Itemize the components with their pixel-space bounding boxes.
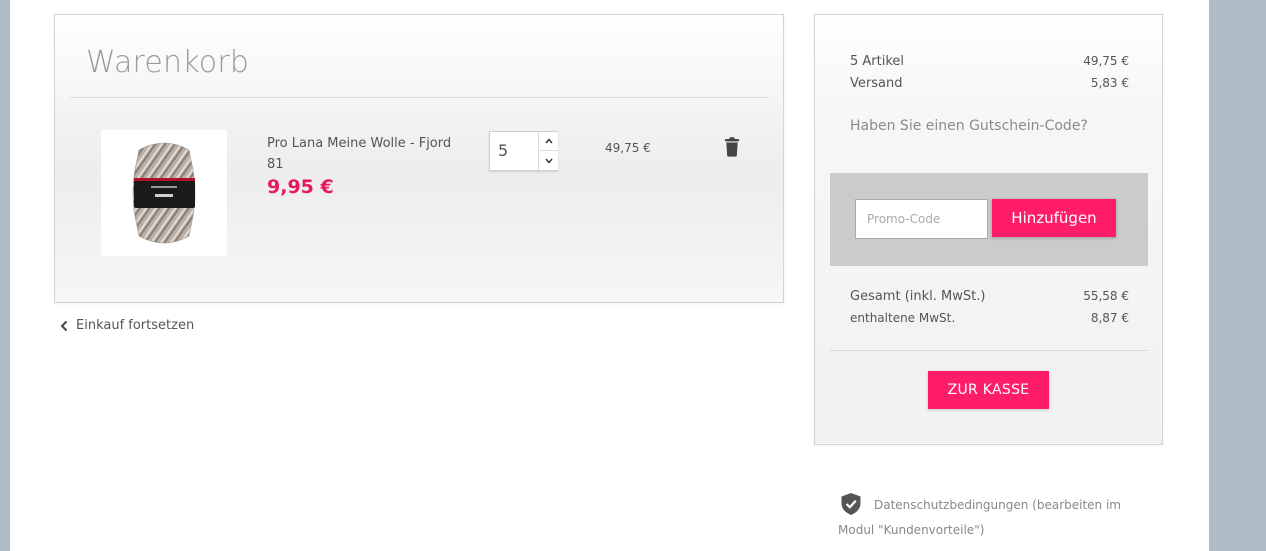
summary-items-value: 49,75 €	[1083, 54, 1129, 68]
summary-tax-value: 8,87 €	[1090, 311, 1129, 325]
remove-item-button[interactable]	[724, 137, 740, 157]
summary-shipping-value: 5,83 €	[1090, 76, 1129, 90]
continue-shopping-label: Einkauf fortsetzen	[76, 318, 195, 333]
product-name[interactable]: Pro Lana Meine Wolle - Fjord 81	[267, 133, 467, 175]
summary-total-row: Gesamt (inkl. MwSt.) 55,58 €	[850, 289, 1129, 304]
yarn-ball-image	[132, 142, 196, 244]
order-summary-panel: 5 Artikel 49,75 € Versand 5,83 € Haben S…	[814, 14, 1163, 445]
voucher-question[interactable]: Haben Sie einen Gutschein-Code?	[850, 118, 1088, 134]
chevron-up-icon	[544, 138, 553, 144]
quantity-stepper[interactable]: 5	[489, 131, 558, 171]
chevron-left-icon	[60, 320, 68, 331]
continue-shopping-link[interactable]: Einkauf fortsetzen	[60, 318, 194, 333]
trash-icon	[725, 137, 739, 157]
promo-code-input[interactable]	[855, 199, 988, 239]
checkout-button[interactable]: ZUR KASSE	[928, 371, 1049, 409]
summary-total-label: Gesamt (inkl. MwSt.)	[850, 289, 986, 304]
summary-divider	[830, 350, 1148, 351]
summary-items-label: 5 Artikel	[850, 54, 905, 69]
product-unit-price: 9,95 €	[267, 176, 334, 198]
summary-shipping-label: Versand	[850, 76, 903, 91]
quantity-value[interactable]: 5	[498, 141, 508, 160]
product-image[interactable]	[101, 130, 227, 256]
line-total: 49,75 €	[605, 141, 651, 155]
page-content: Warenkorb Pro Lana Meine Wolle - Fjord 8…	[10, 0, 1209, 551]
cart-divider	[70, 97, 768, 98]
privacy-text[interactable]: Datenschutzbedingungen (bearbeiten im Mo…	[838, 498, 1121, 537]
summary-tax-label: enthaltene MwSt.	[850, 311, 956, 325]
cart-title: Warenkorb	[86, 45, 250, 80]
summary-tax-row: enthaltene MwSt. 8,87 €	[850, 311, 1129, 325]
quantity-decrement-button[interactable]	[538, 151, 558, 170]
quantity-increment-button[interactable]	[538, 132, 558, 151]
shield-check-icon	[841, 493, 861, 515]
promo-code-area: Hinzufügen	[830, 173, 1148, 266]
summary-shipping-row: Versand 5,83 €	[850, 76, 1129, 91]
summary-items-row: 5 Artikel 49,75 €	[850, 54, 1129, 69]
summary-total-value: 55,58 €	[1083, 289, 1129, 303]
add-promo-button[interactable]: Hinzufügen	[992, 199, 1116, 237]
cart-panel: Warenkorb Pro Lana Meine Wolle - Fjord 8…	[54, 14, 784, 303]
privacy-notice: Datenschutzbedingungen (bearbeiten im Mo…	[838, 492, 1138, 543]
chevron-down-icon	[544, 158, 553, 164]
page-background-left	[0, 0, 10, 551]
